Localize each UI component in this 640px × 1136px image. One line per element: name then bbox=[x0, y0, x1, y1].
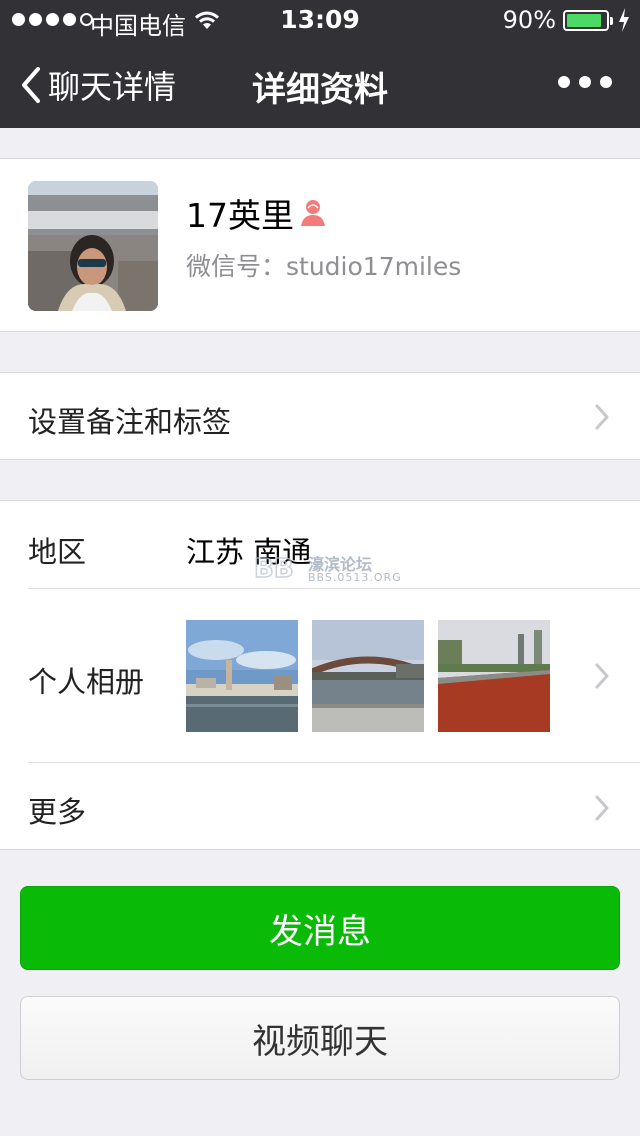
svg-text:BB: BB bbox=[254, 554, 294, 584]
watermark-url: BBS.0513.ORG bbox=[308, 571, 402, 584]
watermark-logo-icon: BB bbox=[253, 553, 294, 585]
chevron-right-icon bbox=[595, 404, 609, 430]
profile-card: 17英里 微信号：studio17miles bbox=[0, 158, 640, 332]
album-photo[interactable] bbox=[186, 620, 298, 732]
charging-bolt-icon bbox=[619, 8, 629, 32]
more-label: 更多 bbox=[28, 795, 87, 829]
album-photo[interactable] bbox=[438, 620, 550, 732]
divider bbox=[28, 588, 640, 589]
page-title: 详细资料 bbox=[252, 70, 388, 110]
info-section: 地区 江苏 南通 BB 濠滨论坛 BBS.0513.ORG 个人相册 更多 bbox=[0, 500, 640, 850]
divider bbox=[28, 762, 640, 763]
more-dots-icon[interactable] bbox=[558, 76, 612, 88]
video-chat-button[interactable]: 视频聊天 bbox=[20, 996, 620, 1080]
status-bar: 中国电信 13:09 90% bbox=[0, 0, 640, 40]
top-bar: 中国电信 13:09 90% 聊天详情 详细资料 bbox=[0, 0, 640, 128]
album-label: 个人相册 bbox=[28, 665, 145, 699]
avatar[interactable] bbox=[28, 181, 158, 311]
battery-icon bbox=[563, 10, 613, 31]
album-photo[interactable] bbox=[312, 620, 424, 732]
remark-and-tags-row[interactable]: 设置备注和标签 bbox=[0, 372, 640, 460]
forum-watermark: BB 濠滨论坛 BBS.0513.ORG bbox=[252, 549, 400, 587]
female-icon bbox=[301, 200, 325, 226]
profile-name: 17英里 bbox=[186, 189, 328, 237]
battery-percentage: 90% bbox=[502, 6, 556, 34]
chevron-right-icon bbox=[595, 663, 609, 689]
profile-name-text: 17英里 bbox=[186, 196, 294, 235]
region-label: 地区 bbox=[28, 535, 87, 569]
navigation-bar: 聊天详情 详细资料 bbox=[0, 40, 640, 128]
wechat-id: 微信号：studio17miles bbox=[186, 252, 462, 281]
send-message-button[interactable]: 发消息 bbox=[20, 886, 620, 970]
remark-row-label: 设置备注和标签 bbox=[28, 405, 232, 439]
chevron-right-icon bbox=[595, 795, 609, 821]
